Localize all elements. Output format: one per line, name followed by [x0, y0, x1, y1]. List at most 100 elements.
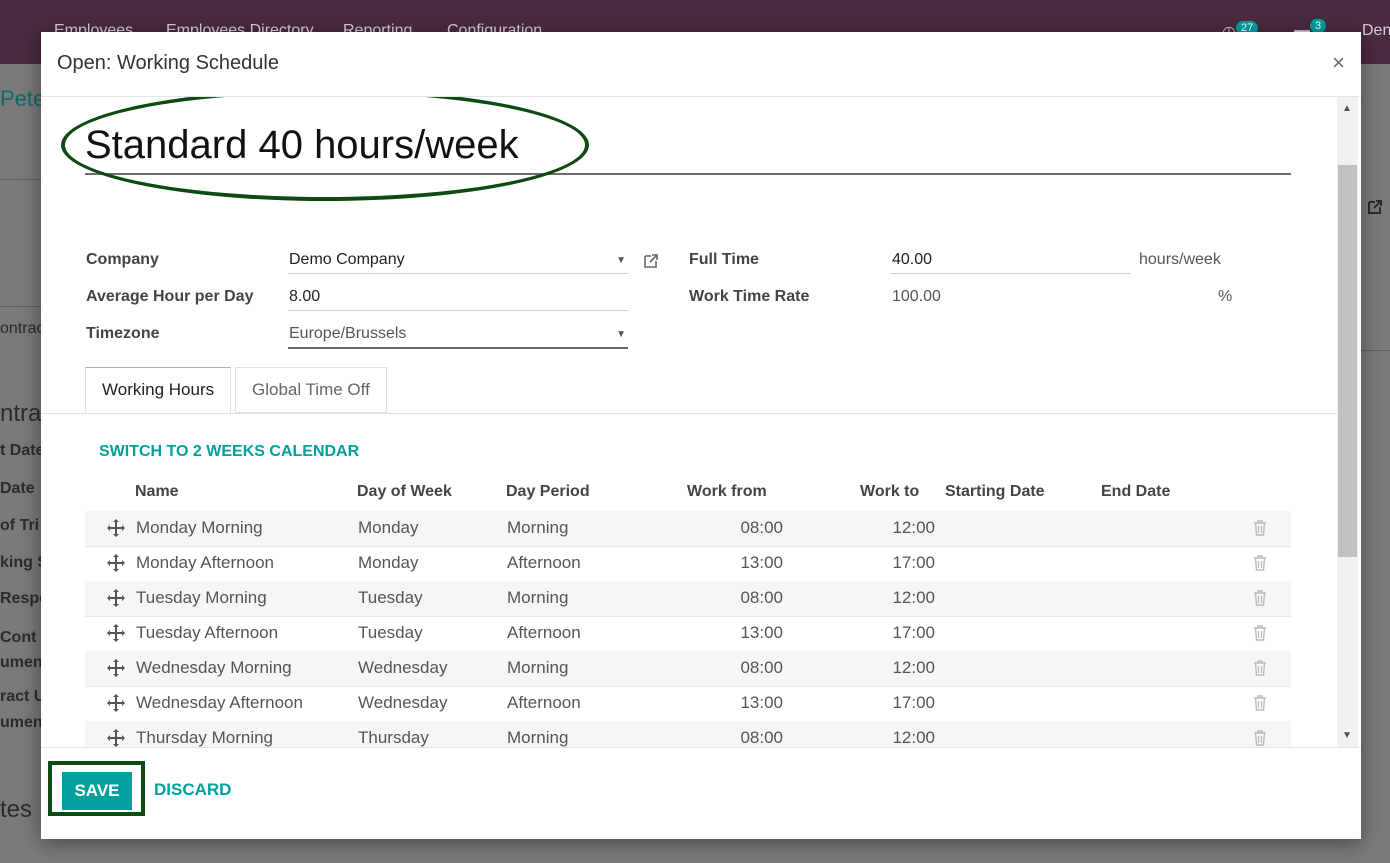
cell-work-to: 12:00: [892, 728, 935, 747]
dialog-header: Open: Working Schedule ×: [41, 32, 1361, 97]
timezone-select[interactable]: Europe/Brussels ▼: [288, 321, 628, 349]
cell-work-from: 13:00: [740, 623, 783, 642]
message-count-badge: 3: [1310, 19, 1327, 33]
bg-label: ract U: [0, 688, 46, 705]
cell-work-to: 12:00: [892, 518, 935, 537]
bg-label: umen: [0, 714, 43, 731]
cell-work-to: 17:00: [892, 553, 935, 572]
switch-two-weeks-calendar-link[interactable]: SWITCH TO 2 WEEKS CALENDAR: [99, 443, 359, 461]
work-rate-unit: %: [1218, 288, 1233, 305]
cell-day-of-week: Wednesday: [358, 693, 448, 712]
cell-name: Tuesday Morning: [136, 588, 267, 607]
cell-day-period: Morning: [507, 588, 569, 607]
scroll-down-icon[interactable]: ▼: [1342, 730, 1352, 741]
full-time-unit: hours/week: [1139, 251, 1221, 268]
drag-handle-icon[interactable]: [107, 624, 125, 647]
column-header-work-to[interactable]: Work to: [860, 483, 919, 501]
full-time-label: Full Time: [689, 251, 759, 268]
bg-tab-contract: ontrac: [0, 320, 45, 337]
table-row[interactable]: Thursday Morning Thursday Morning 08:00 12:0…: [85, 721, 1291, 747]
cell-name: Monday Afternoon: [136, 553, 274, 572]
trash-icon[interactable]: [1253, 520, 1267, 541]
notebook-tabs: Working Hours Global Time Off: [41, 367, 1337, 414]
trash-icon[interactable]: [1253, 625, 1267, 646]
close-button[interactable]: ×: [1332, 50, 1345, 76]
cell-work-to: 17:00: [892, 623, 935, 642]
cell-work-from: 13:00: [740, 693, 783, 712]
avg-hour-label: Average Hour per Day: [86, 288, 254, 305]
drag-handle-icon[interactable]: [107, 554, 125, 577]
cell-work-from: 13:00: [740, 553, 783, 572]
working-schedule-dialog: Open: Working Schedule × Standard 40 hou…: [41, 32, 1361, 839]
column-header-day-of-week[interactable]: Day of Week: [357, 483, 452, 501]
table-row[interactable]: Tuesday Afternoon Tuesday Afternoon 13:00 17…: [85, 616, 1291, 652]
bg-label: Date: [0, 480, 35, 497]
cell-day-of-week: Wednesday: [358, 658, 448, 677]
cell-work-from: 08:00: [740, 588, 783, 607]
cell-day-period: Morning: [507, 728, 569, 747]
bg-section-title: ntra: [0, 400, 42, 427]
cell-day-period: Afternoon: [507, 623, 581, 642]
discard-button[interactable]: DISCARD: [154, 780, 231, 800]
column-header-starting-date[interactable]: Starting Date: [945, 483, 1045, 501]
drag-handle-icon[interactable]: [107, 589, 125, 612]
scrollbar-thumb[interactable]: [1338, 165, 1357, 557]
cell-work-from: 08:00: [740, 658, 783, 677]
drag-handle-icon[interactable]: [107, 519, 125, 542]
cell-work-to: 12:00: [892, 658, 935, 677]
bg-label: of Tri: [0, 517, 40, 534]
cell-day-period: Morning: [507, 658, 569, 677]
trash-icon[interactable]: [1253, 695, 1267, 716]
table-row[interactable]: Wednesday Afternoon Wednesday Afternoon 13:…: [85, 686, 1291, 722]
work-rate-value: 100.00: [892, 288, 941, 305]
bg-label: umen: [0, 654, 43, 671]
tab-working-hours[interactable]: Working Hours: [85, 367, 232, 413]
table-row[interactable]: Monday Afternoon Monday Afternoon 13:00 17:0…: [85, 546, 1291, 582]
table-row[interactable]: Monday Morning Monday Morning 08:00 12:00: [85, 511, 1291, 547]
cell-day-of-week: Monday: [358, 518, 419, 537]
scroll-up-icon[interactable]: ▲: [1342, 103, 1352, 114]
drag-handle-icon[interactable]: [107, 659, 125, 682]
table-row[interactable]: Wednesday Morning Wednesday Morning 08:00 12…: [85, 651, 1291, 687]
column-header-work-from[interactable]: Work from: [687, 483, 767, 501]
cell-name: Wednesday Afternoon: [136, 693, 303, 712]
trash-icon[interactable]: [1253, 660, 1267, 681]
column-header-day-period[interactable]: Day Period: [506, 483, 590, 501]
company-field[interactable]: Demo Company ▼: [288, 247, 628, 274]
company-value: Demo Company: [289, 251, 405, 268]
cell-day-of-week: Thursday: [358, 728, 429, 747]
table-row[interactable]: Tuesday Morning Tuesday Morning 08:00 12:00: [85, 581, 1291, 617]
user-menu[interactable]: Den: [1362, 22, 1390, 40]
cell-day-of-week: Tuesday: [358, 588, 423, 607]
cell-work-from: 08:00: [740, 728, 783, 747]
cell-name: Wednesday Morning: [136, 658, 292, 677]
dialog-footer: SAVE DISCARD: [41, 747, 1361, 840]
dropdown-caret-icon: ▼: [616, 255, 626, 266]
timezone-value: Europe/Brussels: [289, 325, 407, 342]
trash-icon[interactable]: [1253, 730, 1267, 747]
full-time-field[interactable]: 40.00: [890, 247, 1131, 274]
column-header-end-date[interactable]: End Date: [1101, 483, 1170, 501]
work-rate-label: Work Time Rate: [689, 288, 810, 305]
drag-handle-icon[interactable]: [107, 729, 125, 747]
dialog-scrollbar[interactable]: ▲ ▼: [1337, 97, 1358, 747]
drag-handle-icon[interactable]: [107, 694, 125, 717]
cell-work-from: 08:00: [740, 518, 783, 537]
dialog-body: Standard 40 hours/week Company Demo Comp…: [41, 97, 1337, 747]
dropdown-caret-icon: ▼: [616, 329, 626, 340]
save-button[interactable]: SAVE: [62, 772, 132, 810]
column-header-name[interactable]: Name: [135, 483, 179, 501]
tab-global-time-off[interactable]: Global Time Off: [235, 367, 387, 413]
avg-hour-field[interactable]: 8.00: [288, 284, 628, 311]
cell-day-of-week: Monday: [358, 553, 419, 572]
external-link-icon[interactable]: [642, 252, 660, 270]
cell-day-period: Morning: [507, 518, 569, 537]
cell-name: Monday Morning: [136, 518, 263, 537]
bg-label: Cont: [0, 629, 37, 646]
trash-icon[interactable]: [1253, 555, 1267, 576]
cell-day-of-week: Tuesday: [358, 623, 423, 642]
schedule-name-input[interactable]: Standard 40 hours/week: [85, 119, 1291, 175]
cell-name: Tuesday Afternoon: [136, 623, 279, 642]
trash-icon[interactable]: [1253, 590, 1267, 611]
external-link-icon[interactable]: [1366, 198, 1384, 216]
